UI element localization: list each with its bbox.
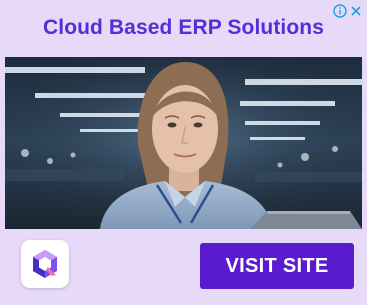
ad-photo[interactable] bbox=[5, 57, 362, 229]
brand-logo[interactable] bbox=[21, 240, 69, 288]
visit-site-button[interactable]: VISIT SITE bbox=[200, 243, 354, 289]
ad-banner[interactable]: Cloud Based ERP Solutions VISIT SITE bbox=[0, 0, 367, 305]
q-logo-icon bbox=[33, 250, 57, 278]
ad-headline[interactable]: Cloud Based ERP Solutions bbox=[0, 16, 367, 40]
woman-office-photo bbox=[5, 57, 362, 229]
